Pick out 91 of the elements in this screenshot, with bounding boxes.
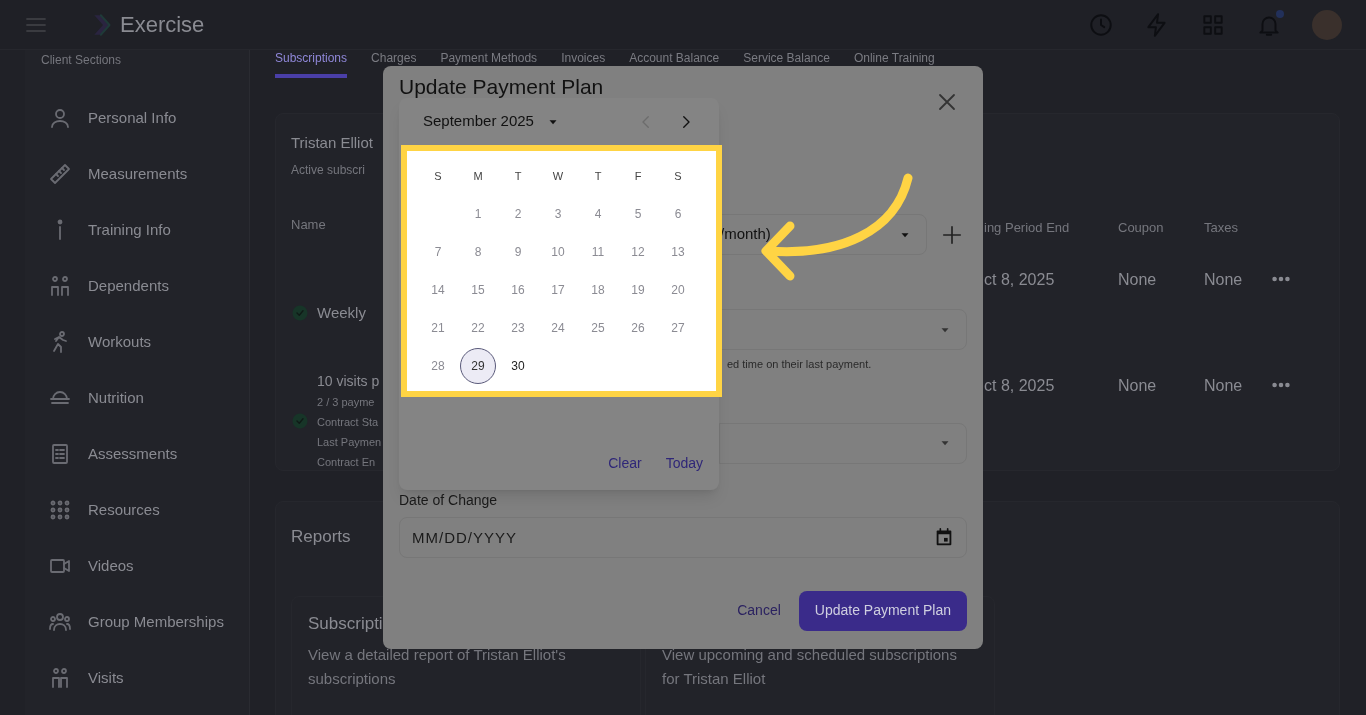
weekday-label: W — [551, 168, 565, 184]
picker-action-link[interactable]: Clear — [608, 453, 642, 474]
calendar-day: 18 — [580, 272, 616, 308]
calendar-day: 3 — [540, 196, 576, 232]
table-cell-text: ct 8, 2025 — [984, 375, 1056, 396]
date-input[interactable]: MM/DD/YYYY — [399, 516, 967, 558]
sidebar-item[interactable]: Videos — [25, 538, 249, 594]
update-button[interactable]: Update Payment Plan — [798, 590, 967, 631]
calendar-day: 17 — [540, 272, 576, 308]
section-title: Reports — [291, 526, 351, 548]
plan-detail: 2 / 3 payme — [317, 394, 375, 410]
plan-name: Weekly — [317, 302, 366, 323]
weekday-label: F — [633, 168, 643, 184]
weekday-label: S — [673, 168, 683, 184]
calendar-day: 1 — [460, 196, 496, 232]
sidebar-item[interactable]: Group Memberships — [25, 594, 249, 650]
calendar-day: 13 — [660, 234, 696, 270]
calendar-day: 15 — [460, 272, 496, 308]
plan-detail: Contract En — [317, 454, 376, 470]
calendar-day: 2 — [500, 196, 536, 232]
column-header: Name — [291, 215, 326, 234]
table-cell-text: None — [1204, 375, 1244, 396]
calendar-day: 16 — [500, 272, 536, 308]
plan-detail: Last Paymen — [317, 434, 382, 450]
calendar-day: 5 — [620, 196, 656, 232]
calendar-day: 20 — [660, 272, 696, 308]
sidebar-item[interactable]: Measurements — [25, 146, 249, 202]
app-name: Exercise — [120, 11, 205, 39]
calendar-day: 7 — [420, 234, 456, 270]
calendar-day: 21 — [420, 310, 456, 346]
sidebar-item[interactable]: Workouts — [25, 314, 249, 370]
sidebar-item[interactable]: Resources — [25, 482, 249, 538]
weekday-label: T — [593, 168, 603, 184]
group-icon — [48, 610, 72, 634]
calendar-day: 9 — [500, 234, 536, 270]
month-selector[interactable]: September 2025 — [423, 110, 560, 133]
calendar-day[interactable]: 30 — [500, 348, 536, 384]
plan-detail: Contract Sta — [317, 414, 379, 430]
calendar-day: 11 — [580, 234, 616, 270]
calendar-day: 23 — [500, 310, 536, 346]
report-description: View a detailed report of Tristan Elliot's subscriptions — [308, 644, 567, 689]
card-subtitle: Active subscri — [291, 161, 366, 179]
column-header: Taxes — [1204, 219, 1239, 237]
table-cell-text: None — [1118, 269, 1158, 290]
table-cell-text: None — [1118, 375, 1158, 396]
calendar-day: 22 — [460, 310, 496, 346]
plan-name: 10 visits p — [317, 371, 380, 391]
calendar-day: 6 — [660, 196, 696, 232]
select-field[interactable] — [719, 422, 967, 464]
report-description: View upcoming and scheduled subscriptions for Tristan Elliot — [662, 644, 958, 689]
calendar-day: 27 — [660, 310, 696, 346]
calendar-day: 26 — [620, 310, 656, 346]
calendar-day: 12 — [620, 234, 656, 270]
calendar-day: 24 — [540, 310, 576, 346]
calendar-day[interactable]: 29 — [460, 348, 496, 384]
helper-text: ed time on their last payment. — [727, 357, 873, 372]
sidebar-item[interactable]: Assessments — [25, 426, 249, 482]
weekday-label: M — [472, 168, 484, 184]
column-header: ing Period End — [984, 219, 1071, 237]
report-title: Subscripti — [308, 612, 383, 635]
info-icon — [56, 219, 64, 241]
sidebar-item[interactable]: Visits — [25, 650, 249, 706]
picker-action-link[interactable]: Today — [665, 453, 703, 474]
plus-icon — [941, 223, 963, 246]
sidebar-item[interactable]: Training Info — [25, 202, 249, 258]
card-title: Tristan Elliot — [291, 133, 373, 153]
person-icon — [48, 106, 72, 130]
add-button[interactable] — [941, 223, 963, 246]
calendar-day: 19 — [620, 272, 656, 308]
calendar-day: 28 — [420, 348, 456, 384]
tab[interactable]: Subscriptions — [275, 50, 348, 78]
table-cell-text: None — [1204, 269, 1244, 290]
weekday-label: T — [513, 168, 523, 184]
weekday-label: S — [433, 168, 443, 184]
column-header: Coupon — [1118, 219, 1165, 237]
calendar-day: 4 — [580, 196, 616, 232]
dots-grid-icon — [48, 498, 72, 522]
field-label: Date of Change — [399, 490, 499, 510]
sidebar-item[interactable]: Personal Info — [25, 90, 249, 146]
calendar-day: 10 — [540, 234, 576, 270]
calendar-day: 14 — [420, 272, 456, 308]
calendar-day: 8 — [460, 234, 496, 270]
avatar[interactable] — [1312, 9, 1342, 40]
people-icon — [48, 274, 72, 298]
sidebar-item[interactable]: Dependents — [25, 258, 249, 314]
sidebar-item[interactable]: Nutrition — [25, 370, 249, 426]
sidebar-title: Client Sections — [41, 52, 122, 68]
dialog-title: Update Payment Plan — [399, 74, 604, 101]
ruler-icon — [48, 162, 72, 186]
calendar-day: 25 — [580, 310, 616, 346]
table-cell-text: ct 8, 2025 — [984, 269, 1056, 290]
